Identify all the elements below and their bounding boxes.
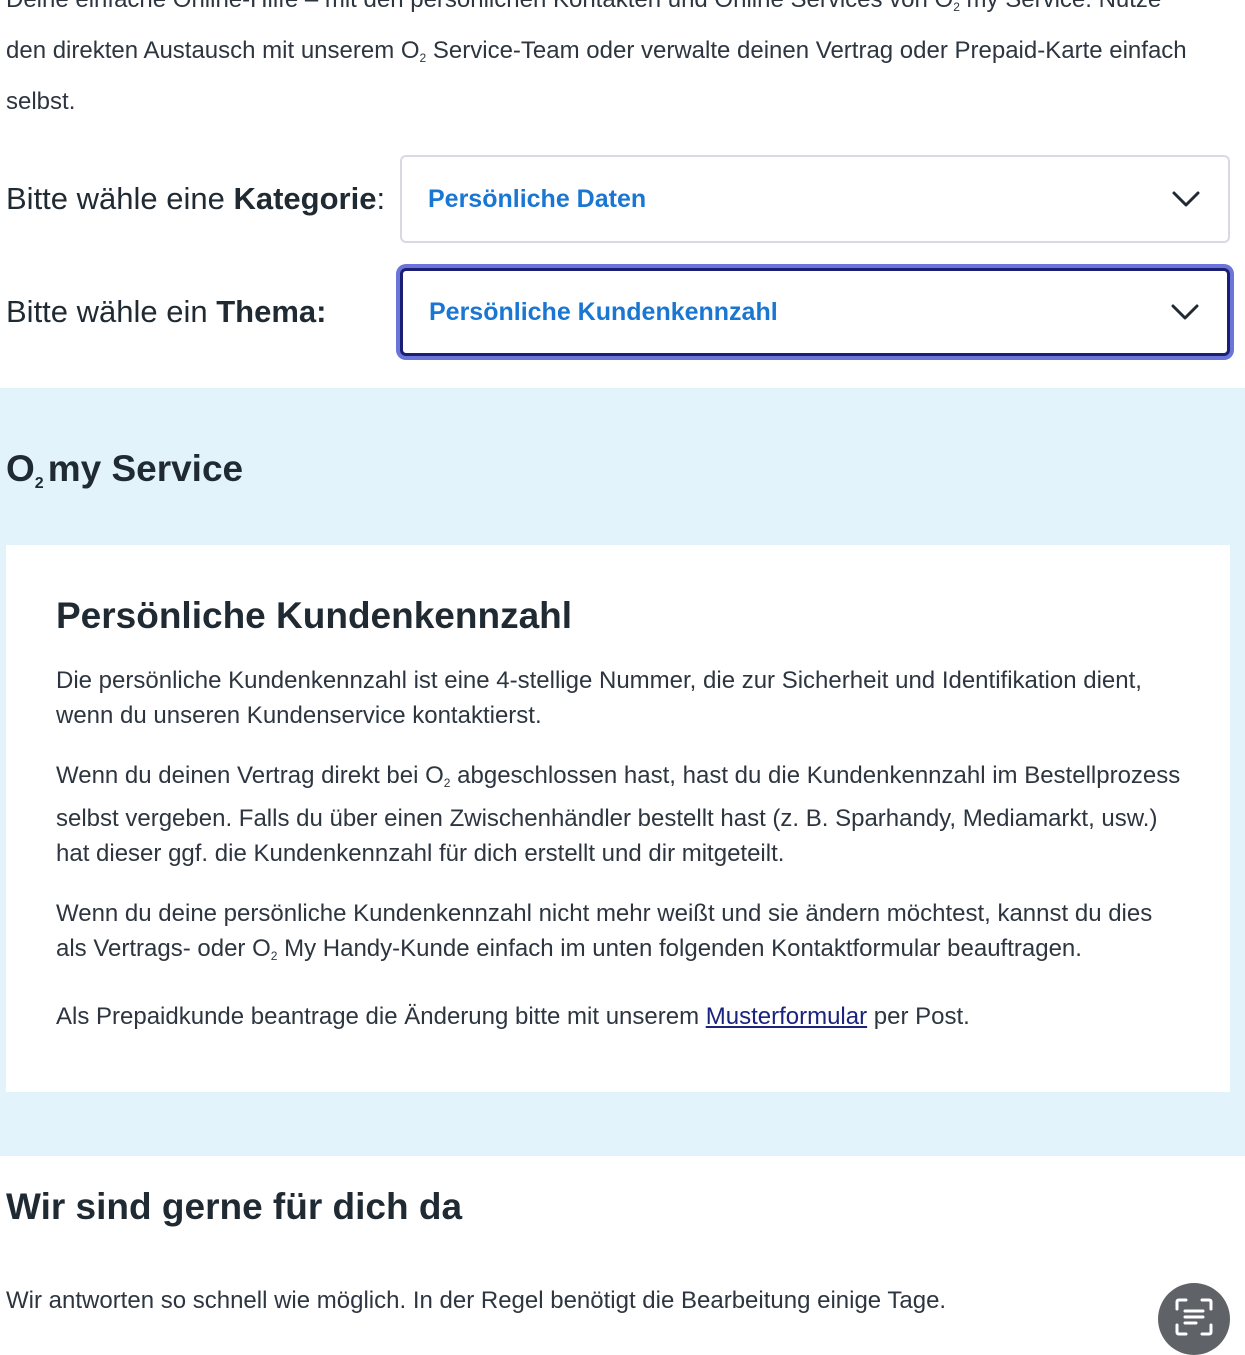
contact-text: Wir antworten so schnell wie möglich. In… [6,1287,947,1314]
category-select-value: Persönliche Daten [428,184,647,213]
service-title-o: O [6,448,35,489]
category-label-bold: Kategorie [233,181,377,216]
contact-title: Wir sind gerne für dich da [6,1186,463,1227]
intro-line-top: Deine einfache Online-Hilfe – mit den pe… [6,0,953,13]
card-paragraph-1: Die persönliche Kundenkennzahl ist eine … [56,667,1142,729]
card-body: Die persönliche Kundenkennzahl ist eine … [56,663,1186,1059]
text-scan-icon [1174,1297,1214,1342]
topic-label-prefix: Bitte wähle ein [6,294,217,329]
card-p2-text-a: Wenn du deinen Vertrag direkt bei O [56,762,444,789]
card-paragraph-2: Wenn du deinen Vertrag direkt bei O2 abg… [56,758,1186,871]
card-p4-text-a: Als Prepaidkunde beantrage die Änderung … [56,1003,706,1030]
o2-subscript: 2 [953,0,960,14]
category-select[interactable]: Persönliche Daten [400,155,1230,243]
category-label-suffix: : [376,181,386,216]
card-paragraph-4: Als Prepaidkunde beantrage die Änderung … [56,999,1186,1034]
service-title: O2 my Service [6,448,243,493]
intro-line-a: den direkten Austausch mit unserem O [6,37,420,64]
topic-label: Bitte wähle ein Thema: [6,294,400,330]
topic-select-value: Persönliche Kundenkennzahl [429,297,778,326]
intro-line-top-end: my Service. Nutze [960,0,1162,13]
card-title: Persönliche Kundenkennzahl [56,595,573,636]
o2-subscript: 2 [34,475,44,492]
text-scan-button[interactable] [1158,1283,1230,1355]
chevron-down-icon [1171,303,1199,321]
chevron-down-icon [1172,190,1200,208]
category-label: Bitte wähle eine Kategorie: [6,181,400,217]
musterformular-link[interactable]: Musterformular [706,1003,867,1030]
service-title-rest: my Service [47,448,244,489]
topic-select[interactable]: Persönliche Kundenkennzahl [400,268,1230,356]
topic-row: Bitte wähle ein Thema: Persönliche Kunde… [6,268,1230,356]
card-paragraph-3: Wenn du deine persönliche Kundenkennzahl… [56,896,1186,974]
card-p3-text-b: My Handy-Kunde einfach im unten folgende… [277,935,1082,962]
topic-label-bold: Thema: [216,294,327,329]
info-card: Persönliche Kundenkennzahl Die persönlic… [6,545,1230,1092]
category-label-prefix: Bitte wähle eine [6,181,234,216]
intro-text: Deine einfache Online-Hilfe – mit den pe… [6,0,1231,124]
category-row: Bitte wähle eine Kategorie: Persönliche … [6,155,1230,243]
card-p4-text-b: per Post. [867,1003,970,1030]
